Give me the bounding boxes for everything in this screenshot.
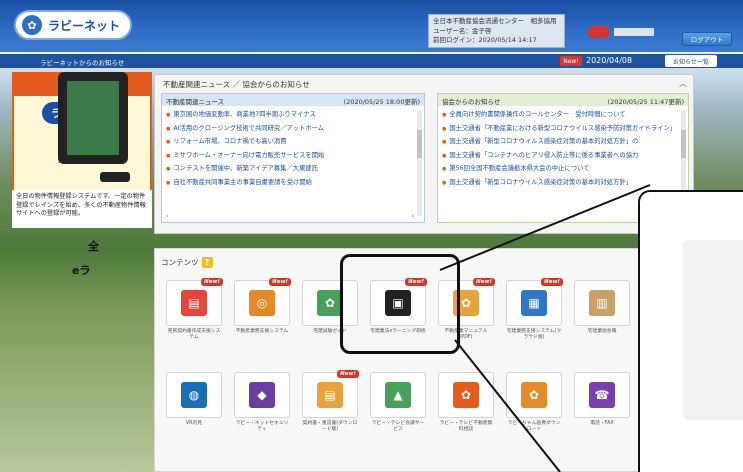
zoom-label-2: eラ <box>72 264 91 277</box>
zoom-callout <box>638 190 743 472</box>
zoom-label: 全 <box>88 240 99 253</box>
monitor-icon <box>58 72 128 164</box>
monitor-stand-icon <box>100 172 130 182</box>
zoom-tile <box>683 240 743 420</box>
callout-line <box>439 184 651 472</box>
